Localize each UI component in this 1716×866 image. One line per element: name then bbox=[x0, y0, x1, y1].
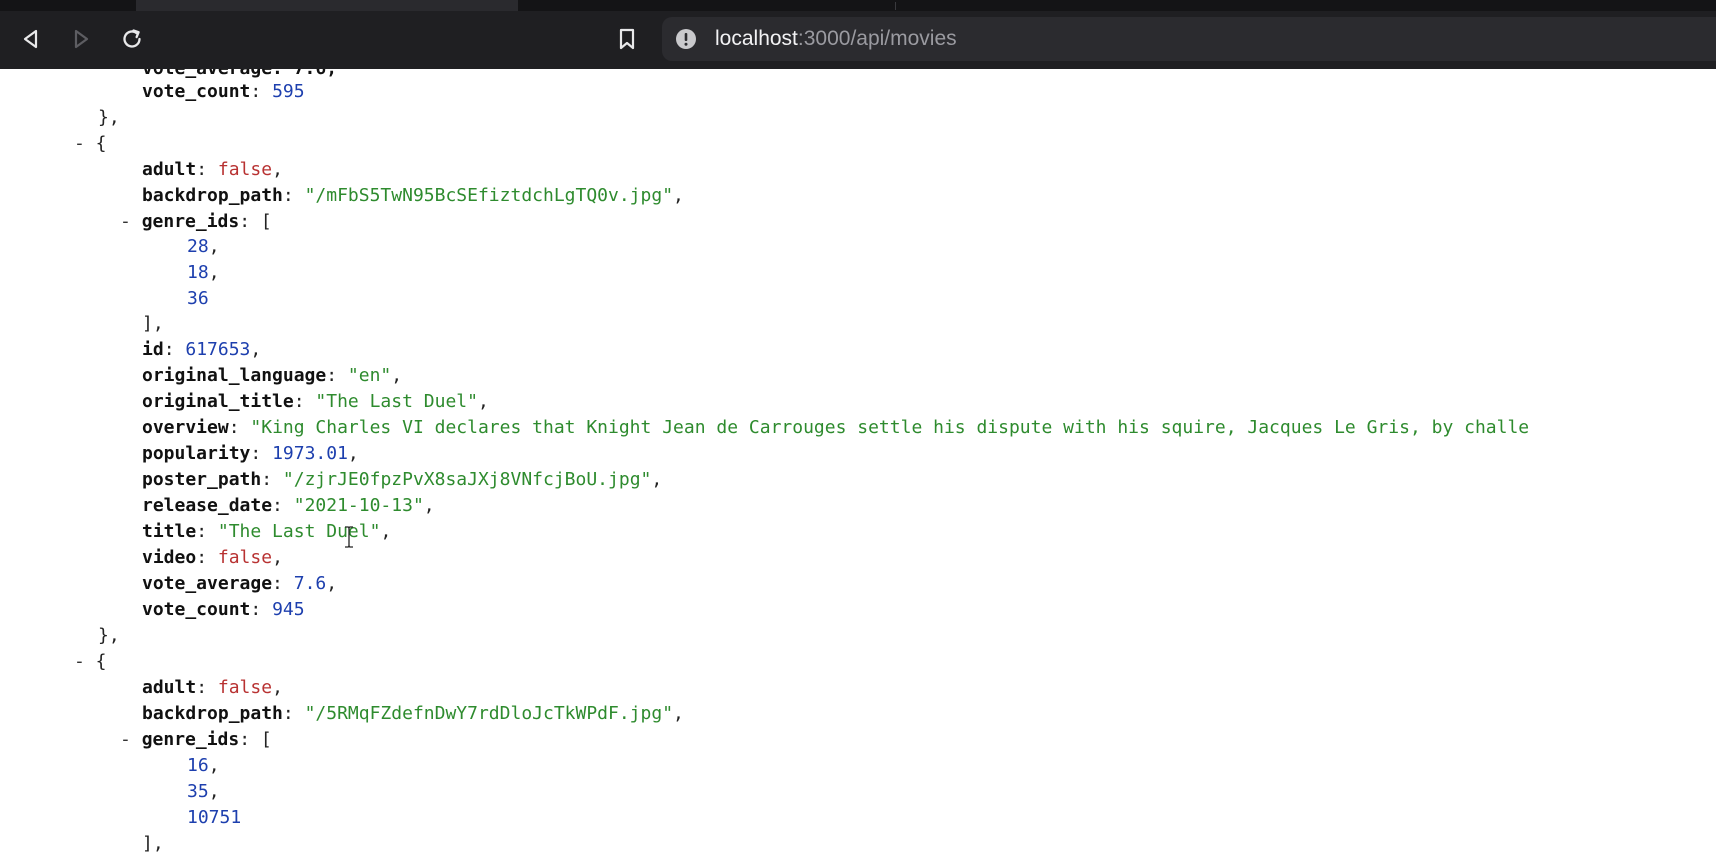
json-line-vote-count: vote_count: 945 bbox=[142, 599, 305, 620]
json-line-open[interactable]: - { bbox=[74, 132, 107, 156]
json-number: 35 bbox=[187, 781, 209, 802]
json-number: 595 bbox=[272, 81, 305, 102]
url-path: :3000/api/movies bbox=[797, 27, 957, 50]
json-string: "2021-10-13" bbox=[293, 495, 424, 516]
info-icon[interactable] bbox=[675, 28, 697, 50]
json-line-adult: adult: false, bbox=[142, 159, 283, 180]
json-line-vote-average: vote_average: 7.6, bbox=[142, 573, 338, 594]
json-key: vote_count bbox=[142, 81, 251, 102]
json-line-close: }, bbox=[98, 107, 120, 128]
json-number: 1973.01 bbox=[272, 443, 348, 464]
json-number: 18 bbox=[187, 262, 209, 283]
collapse-toggle[interactable]: - bbox=[120, 211, 131, 232]
json-number: 617653 bbox=[185, 339, 251, 360]
json-partial-text: vote_average: 7.6, bbox=[142, 69, 337, 79]
json-line-video: video: false, bbox=[142, 547, 283, 568]
json-number: 36 bbox=[187, 288, 209, 309]
json-line-original-title: original_title: "The Last Duel", bbox=[142, 391, 489, 412]
url-host: localhost bbox=[715, 27, 798, 50]
tab-strip bbox=[0, 0, 1716, 11]
json-line-genre-item: 16, bbox=[187, 755, 220, 776]
tab-divider bbox=[895, 2, 896, 10]
json-line-vote-count-prev: vote_count: 595 bbox=[142, 81, 305, 102]
json-line-release-date: release_date: "2021-10-13", bbox=[142, 495, 435, 516]
browser-toolbar: localhost:3000/api/movies bbox=[0, 0, 1716, 69]
json-line-popularity: popularity: 1973.01, bbox=[142, 443, 359, 464]
json-line-backdrop-path: backdrop_path: "/5RMqFZdefnDwY7rdDloJcTk… bbox=[142, 703, 684, 724]
json-string: "/zjrJE0fpzPvX8saJXj8VNfcjBoU.jpg" bbox=[282, 469, 652, 490]
json-string: "/5RMqFZdefnDwY7rdDloJcTkWPdF.jpg" bbox=[304, 703, 674, 724]
collapse-toggle[interactable]: - bbox=[74, 651, 85, 672]
json-line-genre-ids[interactable]: - genre_ids: [ bbox=[120, 728, 272, 752]
json-number: 7.6 bbox=[293, 573, 327, 594]
tab-active[interactable] bbox=[136, 0, 518, 11]
bookmark-icon bbox=[619, 28, 635, 50]
json-line-genre-item: 36 bbox=[187, 287, 209, 311]
json-string: "/mFbS5TwN95BcSEfiztdchLgTQ0v.jpg" bbox=[304, 185, 674, 206]
collapse-toggle[interactable]: - bbox=[74, 133, 85, 154]
json-line-poster-path: poster_path: "/zjrJE0fpzPvX8saJXj8VNfcjB… bbox=[142, 469, 663, 490]
address-bar[interactable]: localhost:3000/api/movies bbox=[662, 17, 1716, 61]
json-boolean: false bbox=[217, 159, 273, 180]
json-line-backdrop-path: backdrop_path: "/mFbS5TwN95BcSEfiztdchLg… bbox=[142, 185, 684, 206]
back-button[interactable] bbox=[14, 22, 48, 56]
json-boolean: false bbox=[217, 547, 273, 568]
json-number: 28 bbox=[187, 236, 209, 257]
forward-button[interactable] bbox=[64, 22, 98, 56]
json-line-original-language: original_language: "en", bbox=[142, 365, 403, 386]
json-line-array-close: ], bbox=[142, 833, 164, 854]
json-string: "King Charles VI declares that Knight Je… bbox=[250, 417, 1530, 438]
json-line-open[interactable]: - { bbox=[74, 650, 107, 674]
json-line-genre-ids[interactable]: - genre_ids: [ bbox=[120, 210, 272, 234]
json-string: "en" bbox=[347, 365, 392, 386]
json-number: 16 bbox=[187, 755, 209, 776]
back-arrow-icon bbox=[23, 29, 38, 49]
json-line-genre-item: 18, bbox=[187, 262, 220, 283]
json-number: 10751 bbox=[187, 807, 242, 828]
json-line-close: }, bbox=[98, 625, 120, 646]
url-text[interactable]: localhost:3000/api/movies bbox=[715, 27, 957, 51]
text-cursor-icon bbox=[345, 526, 353, 548]
collapse-toggle[interactable]: - bbox=[120, 729, 131, 750]
bookmark-button[interactable] bbox=[610, 22, 644, 56]
json-viewer[interactable]: vote_average: 7.6, vote_count: 595 }, - … bbox=[0, 69, 1716, 866]
reload-button[interactable] bbox=[115, 22, 149, 56]
json-number: 945 bbox=[272, 599, 305, 620]
json-line-array-close: ], bbox=[142, 313, 164, 334]
json-line-id: id: 617653, bbox=[142, 339, 262, 360]
json-string: "The Last Duel" bbox=[315, 391, 478, 412]
forward-arrow-icon bbox=[74, 29, 89, 49]
json-boolean: false bbox=[217, 677, 273, 698]
json-string: "The Last Duel" bbox=[217, 521, 381, 542]
json-line-genre-item: 35, bbox=[187, 781, 220, 802]
json-line-adult: adult: false, bbox=[142, 677, 283, 698]
reload-icon bbox=[123, 29, 141, 48]
json-line-genre-item: 10751 bbox=[187, 806, 241, 830]
json-line-genre-item: 28, bbox=[187, 236, 220, 257]
json-line-overview: overview: "King Charles VI declares that… bbox=[142, 417, 1530, 438]
